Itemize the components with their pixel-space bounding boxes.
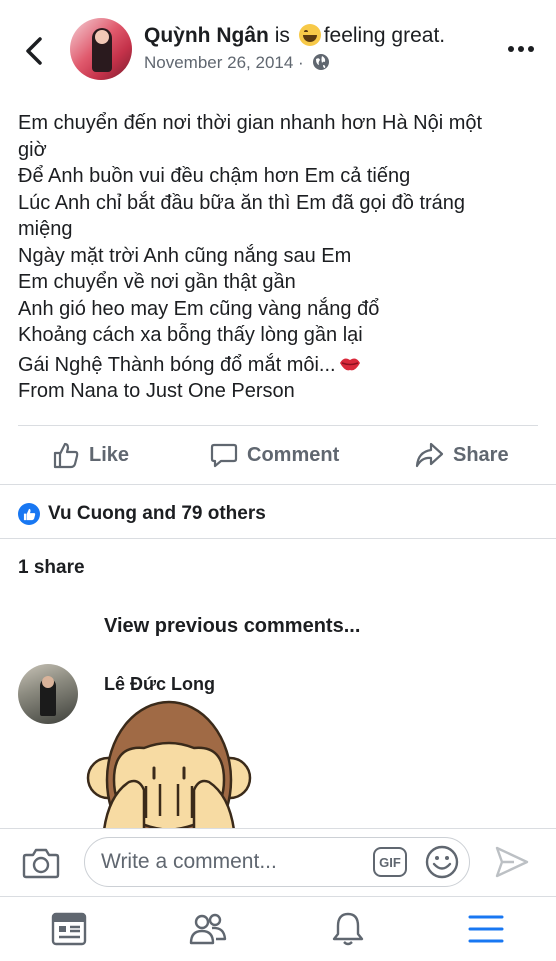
gif-button[interactable]: GIF [373,847,407,877]
kiss-mark-icon [339,358,360,370]
post-line: Khoảng cách xa bỗng thấy lòng gần lại [18,324,363,346]
comment-button[interactable]: Comment [210,440,339,470]
crying-monkey-sticker [86,700,252,830]
comment-input[interactable]: Write a comment... GIF [84,837,470,887]
post-line: miệng [18,218,73,240]
notifications-bell-icon[interactable] [328,911,368,947]
back-arrow-icon[interactable] [22,36,46,66]
reactions-text: Vu Cuong and 79 others [48,503,266,524]
bottom-navigation [0,896,556,961]
post-line-with-emoji: Gái Nghệ Thành bóng đổ mắt môi... [18,352,538,379]
author-avatar[interactable] [70,18,132,80]
is-text: is [274,24,290,47]
like-label: Like [89,443,130,466]
post-line: From Nana to Just One Person [18,380,295,402]
post-header: Quỳnh Ngân is feeling great. November 26… [0,0,556,96]
comment-placeholder: Write a comment... [101,850,277,873]
view-previous-comments-link[interactable]: View previous comments... [104,615,360,638]
author-name[interactable]: Quỳnh Ngân [144,24,269,47]
news-feed-icon[interactable] [50,911,90,947]
friends-icon[interactable] [188,911,228,947]
post-body: Em chuyển đến nơi thời gian nhanh hơn Hà… [18,110,538,405]
post-line: Ngày mặt trời Anh cũng nắng sau Em [18,244,352,267]
menu-hamburger-icon[interactable] [466,911,506,947]
like-button[interactable]: Like [52,440,129,470]
thumbs-up-icon [53,442,79,469]
action-bar: Like Comment Share [0,426,556,484]
feeling-text: feeling great. [323,24,446,47]
commenter-name[interactable]: Lê Đức Long [104,674,215,695]
post-line: Anh gió heo may Em cũng vàng nắng đổ [18,297,380,320]
post-date-text[interactable]: November 26, 2014 · [144,53,304,72]
send-icon[interactable] [494,845,530,879]
emoji-smile-icon[interactable] [425,845,459,879]
share-label: Share [453,443,509,466]
post-line: Em chuyển về nơi gần thật gần [18,271,296,293]
reactions-summary[interactable]: Vu Cuong and 79 others [18,503,266,525]
commenter-avatar[interactable] [18,664,78,724]
author-line: Quỳnh Ngân is feeling great. [144,24,445,48]
comment-composer: Write a comment... GIF [0,828,556,897]
post-line: Để Anh buồn vui đều chậm hơn Em cả tiếng [18,165,411,187]
post-line: Lúc Anh chỉ bắt đầu bữa ăn thì Em đã gọi… [18,191,466,214]
post-line: giờ [18,138,47,161]
post-date: November 26, 2014 · [144,53,330,73]
comment-label: Comment [247,443,340,466]
more-options-icon[interactable] [506,44,536,54]
shares-count[interactable]: 1 share [18,557,85,579]
globe-icon [313,54,330,70]
post-line: Gái Nghệ Thành bóng đổ mắt môi... [18,353,336,376]
divider [0,538,556,539]
grinning-emoji-icon [298,24,321,46]
like-reaction-icon [18,503,40,525]
camera-icon[interactable] [22,847,60,879]
share-button[interactable]: Share [414,440,509,470]
comment-bubble-icon [210,443,238,468]
share-arrow-icon [415,442,444,468]
post-line: Em chuyển đến nơi thời gian nhanh hơn Hà… [18,112,483,134]
divider [0,484,556,485]
